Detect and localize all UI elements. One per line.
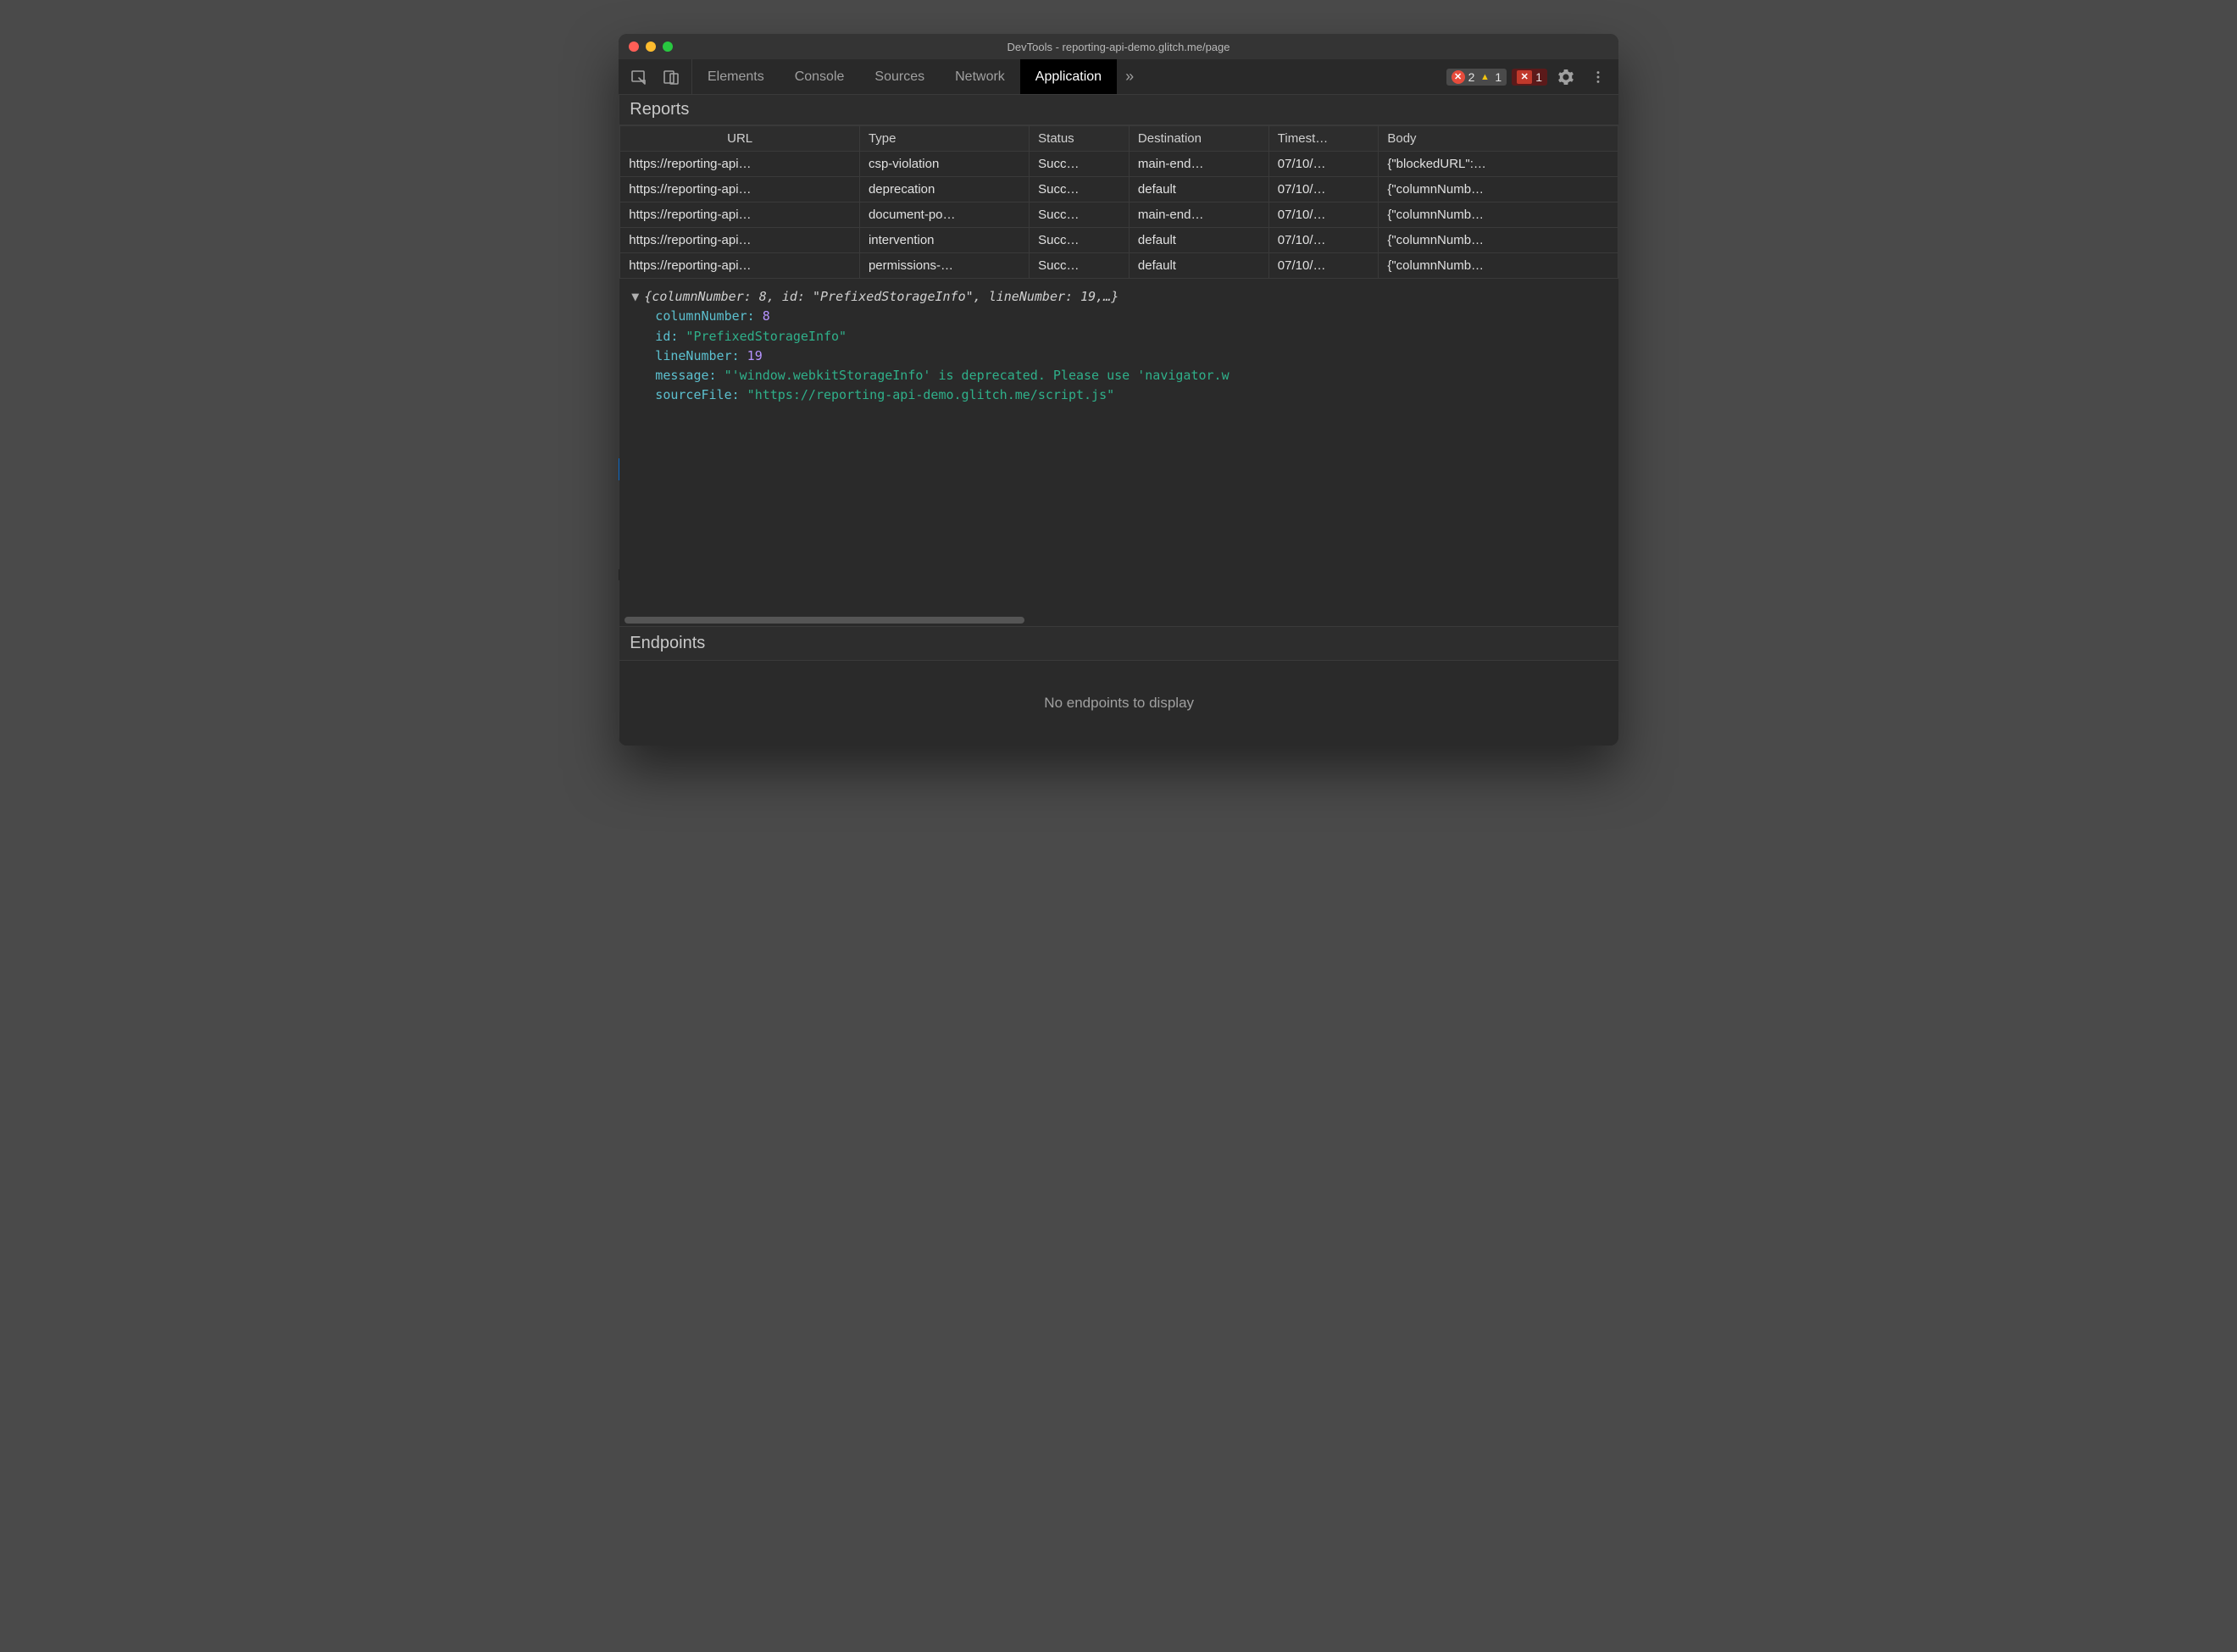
table-cell: {"columnNumb…	[1379, 177, 1618, 202]
table-cell: main-end…	[1129, 202, 1268, 228]
table-cell: https://reporting-api…	[620, 177, 860, 202]
table-cell: default	[1129, 177, 1268, 202]
table-cell: {"columnNumb…	[1379, 202, 1618, 228]
table-cell: main-end…	[1129, 152, 1268, 177]
element-picker-icon[interactable]	[625, 64, 652, 91]
detail-row: sourceFile: "https://reporting-api-demo.…	[631, 385, 1607, 405]
close-icon[interactable]	[629, 42, 639, 52]
violations-counter[interactable]: ✕ 1	[1512, 69, 1547, 86]
col-body[interactable]: Body	[1379, 126, 1618, 152]
col-destination[interactable]: Destination	[1129, 126, 1268, 152]
table-cell: Succ…	[1030, 202, 1130, 228]
tab-overflow[interactable]: »	[1117, 59, 1142, 94]
table-row[interactable]: https://reporting-api…deprecationSucc…de…	[620, 177, 1618, 202]
table-cell: 07/10/…	[1268, 152, 1379, 177]
table-cell: {"blockedURL":…	[1379, 152, 1618, 177]
table-cell: {"columnNumb…	[1379, 228, 1618, 253]
endpoints-empty: No endpoints to display	[619, 661, 1618, 746]
device-toolbar-icon[interactable]	[658, 64, 685, 91]
reports-title: Reports	[619, 95, 1618, 125]
table-cell: {"columnNumb…	[1379, 253, 1618, 279]
table-cell: 07/10/…	[1268, 177, 1379, 202]
violation-icon: ✕	[1517, 70, 1532, 84]
table-row[interactable]: https://reporting-api…interventionSucc…d…	[620, 228, 1618, 253]
table-cell: document-po…	[859, 202, 1029, 228]
table-cell: Succ…	[1030, 253, 1130, 279]
issues-counter[interactable]: ✕ 2 ▲ 1	[1446, 69, 1507, 86]
table-cell: https://reporting-api…	[620, 152, 860, 177]
table-row[interactable]: https://reporting-api…document-po…Succ…m…	[620, 202, 1618, 228]
report-detail[interactable]: ▼{columnNumber: 8, id: "PrefixedStorageI…	[619, 279, 1618, 614]
table-cell: deprecation	[859, 177, 1029, 202]
tab-elements[interactable]: Elements	[692, 59, 780, 94]
minimize-icon[interactable]	[646, 42, 656, 52]
panel-tabs: Elements Console Sources Network Applica…	[692, 59, 1142, 94]
error-icon: ✕	[1452, 70, 1465, 84]
gear-icon[interactable]	[1552, 64, 1579, 91]
table-cell: csp-violation	[859, 152, 1029, 177]
table-cell: default	[1129, 253, 1268, 279]
window-title: DevTools - reporting-api-demo.glitch.me/…	[619, 41, 1618, 53]
col-type[interactable]: Type	[859, 126, 1029, 152]
titlebar: DevTools - reporting-api-demo.glitch.me/…	[619, 34, 1618, 59]
col-timestamp[interactable]: Timest…	[1268, 126, 1379, 152]
table-cell: default	[1129, 228, 1268, 253]
table-cell: Succ…	[1030, 228, 1130, 253]
devtools-window: DevTools - reporting-api-demo.glitch.me/…	[619, 34, 1618, 746]
warning-icon: ▲	[1478, 70, 1491, 84]
table-cell: permissions-…	[859, 253, 1029, 279]
toolbar-right: ✕ 2 ▲ 1 ✕ 1	[1446, 59, 1618, 94]
detail-row: lineNumber: 19	[631, 346, 1607, 366]
col-status[interactable]: Status	[1030, 126, 1130, 152]
col-url[interactable]: URL	[620, 126, 860, 152]
table-row[interactable]: https://reporting-api…csp-violationSucc……	[620, 152, 1618, 177]
maximize-icon[interactable]	[663, 42, 673, 52]
tab-network[interactable]: Network	[940, 59, 1020, 94]
tab-application[interactable]: Application	[1020, 59, 1117, 94]
detail-row: message: "'window.webkitStorageInfo' is …	[631, 366, 1607, 385]
kebab-menu-icon[interactable]	[1585, 64, 1612, 91]
warning-count: 1	[1495, 70, 1502, 84]
table-cell: Succ…	[1030, 152, 1130, 177]
horizontal-scrollbar[interactable]	[619, 614, 1618, 626]
table-cell: Succ…	[1030, 177, 1130, 202]
error-count: 2	[1468, 70, 1475, 84]
tab-sources[interactable]: Sources	[859, 59, 940, 94]
table-cell: https://reporting-api…	[620, 202, 860, 228]
table-cell: 07/10/…	[1268, 253, 1379, 279]
toolbar: Elements Console Sources Network Applica…	[619, 59, 1618, 95]
violation-count: 1	[1535, 70, 1542, 84]
table-cell: intervention	[859, 228, 1029, 253]
toolbar-left	[619, 59, 692, 94]
detail-row: id: "PrefixedStorageInfo"	[631, 327, 1607, 346]
content: IndexedDB Web SQL ▶ Cookies Trust Tokens…	[619, 95, 1618, 746]
window-controls	[619, 42, 673, 52]
detail-row: columnNumber: 8	[631, 307, 1607, 326]
tab-console[interactable]: Console	[780, 59, 860, 94]
main-panel: Reports URL Type Status Destination Time…	[619, 95, 1618, 746]
table-cell: https://reporting-api…	[620, 253, 860, 279]
table-header-row: URL Type Status Destination Timest… Body	[620, 126, 1618, 152]
endpoints-title: Endpoints	[619, 626, 1618, 661]
table-cell: https://reporting-api…	[620, 228, 860, 253]
object-header[interactable]: ▼{columnNumber: 8, id: "PrefixedStorageI…	[631, 287, 1607, 307]
table-cell: 07/10/…	[1268, 228, 1379, 253]
table-cell: 07/10/…	[1268, 202, 1379, 228]
table-row[interactable]: https://reporting-api…permissions-…Succ……	[620, 253, 1618, 279]
reports-table: URL Type Status Destination Timest… Body…	[619, 125, 1618, 279]
triangle-down-icon[interactable]: ▼	[631, 289, 639, 304]
